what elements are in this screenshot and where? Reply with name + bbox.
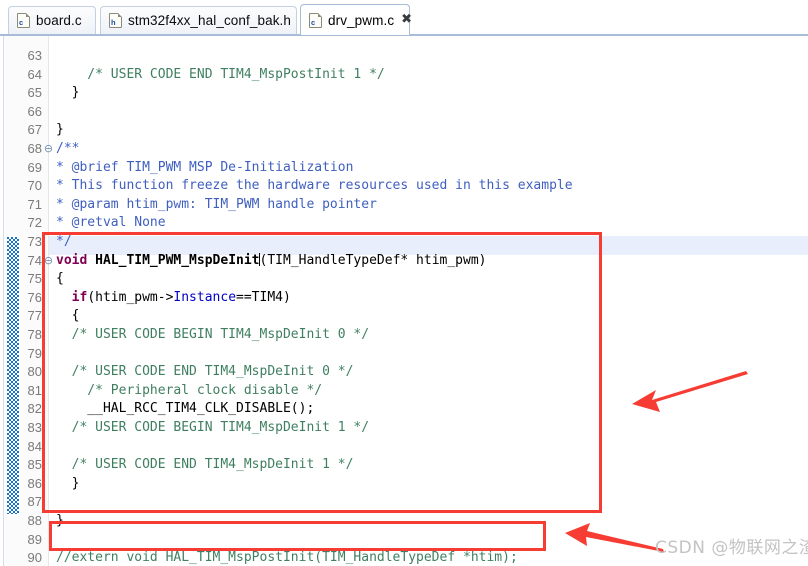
line-number: 64: [27, 66, 42, 82]
line-text: }: [56, 122, 64, 138]
line-number: 85: [27, 457, 42, 473]
code-line: 72 * @retval None: [0, 214, 808, 233]
line-number: 87: [27, 494, 42, 510]
line-text: /* USER CODE BEGIN TIM4_MspDeInit 1 */: [56, 420, 370, 435]
line-number: 63: [27, 48, 42, 63]
line-text: /* USER CODE BEGIN TIM4_MspDeInit 0 */: [56, 327, 370, 342]
line-number: 90: [27, 550, 42, 566]
tab-label: stm32f4xx_hal_conf_bak.h: [128, 13, 292, 28]
code-line: 67 }: [0, 121, 808, 140]
tab-stm32f4xx-hal-conf-bak-h[interactable]: h stm32f4xx_hal_conf_bak.h: [100, 6, 297, 34]
code-line: 86 }: [0, 475, 808, 494]
line-number: 77: [27, 308, 42, 324]
code-line: 71 * @param htim_pwm: TIM_PWM handle poi…: [0, 196, 808, 215]
code-lines: 63 64 /* USER CODE END TIM4_MspPostInit …: [0, 36, 808, 566]
code-line: 68 ⊖ /**: [0, 140, 808, 159]
line-text: /* USER CODE END TIM4_MspPostInit 1 */: [56, 66, 385, 82]
line-number: 70: [27, 178, 42, 194]
line-text: }: [56, 85, 80, 101]
line-number: 65: [27, 85, 42, 101]
line-text: /* USER CODE END TIM4_MspDeInit 1 */: [56, 457, 354, 473]
line-text: /* USER CODE END TIM4_MspDeInit 0 */: [56, 364, 354, 380]
line-number: 83: [27, 420, 42, 435]
file-icon-letter: c: [311, 17, 316, 27]
line-number: 88: [27, 513, 42, 528]
line-number: 86: [27, 475, 42, 491]
code-line: 77 {: [0, 307, 808, 326]
line-text: }: [56, 475, 80, 491]
line-number: 76: [27, 289, 42, 305]
code-line: 65 }: [0, 84, 808, 103]
line-number: 84: [27, 438, 42, 454]
code-line: 63: [0, 47, 808, 66]
line-number: 79: [27, 345, 42, 361]
line-number: 89: [27, 531, 42, 547]
code-line: 75 {: [0, 270, 808, 289]
code-line: 66: [0, 103, 808, 122]
tab-drv-pwm-c[interactable]: c drv_pwm.c ✖: [300, 4, 412, 35]
code-line: 79: [0, 345, 808, 364]
file-icon-letter: h: [111, 18, 116, 27]
line-number: 75: [27, 271, 42, 287]
line-text: * @param htim_pwm: TIM_PWM handle pointe…: [56, 196, 377, 212]
close-icon[interactable]: ✖: [401, 13, 412, 26]
code-line: 82 __HAL_RCC_TIM4_CLK_DISABLE();: [0, 400, 808, 419]
code-line: 64 /* USER CODE END TIM4_MspPostInit 1 *…: [0, 66, 808, 85]
fold-collapse-icon[interactable]: ⊖: [43, 252, 54, 271]
line-number: 67: [27, 122, 42, 138]
line-text: //extern void HAL_TIM_MspPostInit(TIM_Ha…: [56, 550, 518, 566]
line-number: 82: [27, 401, 42, 417]
code-line: 70 * This function freeze the hardware r…: [0, 177, 808, 196]
code-line: 87: [0, 493, 808, 512]
code-line: 78 /* USER CODE BEGIN TIM4_MspDeInit 0 *…: [0, 326, 808, 345]
line-text: }: [56, 513, 64, 528]
code-line: 88 }: [0, 512, 808, 531]
line-number: 69: [27, 159, 42, 175]
code-line: 85 /* USER CODE END TIM4_MspDeInit 1 */: [0, 456, 808, 475]
line-number: 80: [27, 364, 42, 380]
line-number: 71: [27, 196, 42, 212]
line-text: /**: [56, 141, 80, 156]
code-line: 76 if(htim_pwm->Instance==TIM4) if(htim_…: [0, 289, 808, 308]
line-number: 73: [27, 234, 42, 249]
code-line: 80 /* USER CODE END TIM4_MspDeInit 0 */: [0, 363, 808, 382]
fold-collapse-icon[interactable]: ⊖: [43, 140, 54, 159]
file-icon-letter: c: [19, 18, 24, 27]
line-number: 74: [27, 252, 42, 268]
line-text: /* Peripheral clock disable */: [56, 382, 323, 398]
line-text: * This function freeze the hardware reso…: [56, 178, 573, 194]
line-text: {: [56, 308, 80, 324]
code-line-active: 74 ⊖ void HAL_TIM_PWM_MspDeInit(TIM_Hand…: [0, 252, 808, 271]
code-line: 69 * @brief TIM_PWM MSP De-Initializatio…: [0, 159, 808, 178]
line-number: 81: [27, 382, 42, 398]
code-line: 73 */: [0, 233, 808, 252]
code-line: 84: [0, 438, 808, 457]
line-number: 68: [27, 141, 42, 156]
tab-board-c[interactable]: c board.c: [8, 6, 96, 34]
line-number: 78: [27, 327, 42, 342]
line-text: void HAL_TIM_PWM_MspDeInit(TIM_HandleTyp…: [56, 252, 487, 268]
h-file-icon: h: [109, 13, 122, 28]
line-number: 66: [27, 103, 42, 119]
line-text: * @retval None: [56, 215, 166, 231]
tab-label: board.c: [36, 13, 82, 28]
tab-label: drv_pwm.c: [328, 12, 395, 28]
csdn-watermark: CSDN @物联网之渣: [655, 538, 808, 558]
line-text: */: [56, 234, 72, 249]
code-line: 81 /* Peripheral clock disable */: [0, 382, 808, 401]
line-text: __HAL_RCC_TIM4_CLK_DISABLE();: [56, 401, 315, 417]
c-file-icon: c: [17, 13, 30, 28]
code-editor-pane[interactable]: 63 64 /* USER CODE END TIM4_MspPostInit …: [0, 36, 808, 566]
editor-window: c board.c h stm32f4xx_hal_conf_bak.h c d…: [0, 0, 808, 566]
code-line: 83 /* USER CODE BEGIN TIM4_MspDeInit 1 *…: [0, 419, 808, 438]
line-text: if(htim_pwm->Instance==TIM4): [71, 289, 291, 305]
line-number: 72: [27, 215, 42, 231]
editor-tab-bar: c board.c h stm32f4xx_hal_conf_bak.h c d…: [0, 0, 808, 36]
line-text: * @brief TIM_PWM MSP De-Initialization: [56, 159, 354, 175]
c-file-icon: c: [309, 12, 322, 28]
line-text: {: [56, 271, 64, 287]
